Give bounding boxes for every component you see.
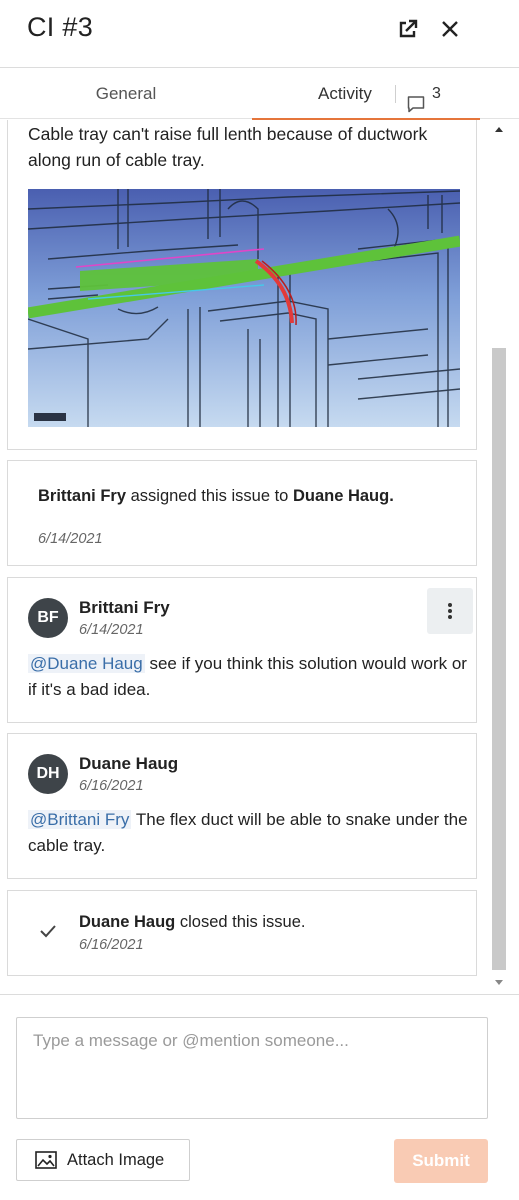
issue-description: Cable tray can't raise full lenth becaus… (28, 124, 428, 170)
tab-general[interactable]: General (0, 69, 252, 119)
mention-link[interactable]: @Duane Haug (28, 654, 145, 673)
tab-separator (395, 85, 396, 103)
comment-date: 6/16/2021 (79, 778, 144, 794)
activity-feed: Cable tray can't raise full lenth becaus… (0, 120, 486, 990)
assignment-text: Brittani Fry assigned this issue to Duan… (38, 485, 458, 508)
feed-scrollbar[interactable] (490, 120, 508, 992)
comment-count: 3 (432, 85, 441, 102)
scroll-down-arrow-icon[interactable] (495, 980, 503, 985)
more-options-button[interactable] (427, 588, 473, 634)
assignment-actor: Brittani Fry (38, 487, 127, 505)
kebab-dot (448, 615, 452, 619)
close-icon[interactable] (437, 16, 463, 42)
attach-image-label: Attach Image (67, 1151, 165, 1169)
issue-title: CI #3 (27, 12, 94, 42)
tab-activity[interactable]: Activity 3 (252, 69, 480, 120)
external-link-icon[interactable] (395, 16, 421, 42)
avatar: DH (28, 754, 68, 794)
assignment-assignee: Duane Haug. (292, 487, 394, 505)
tab-general-label: General (95, 84, 157, 103)
comment-card: DH Duane Haug 6/16/2021 @Brittani Fry Th… (7, 733, 477, 879)
closed-actor: Duane Haug (79, 913, 176, 931)
mention-link[interactable]: @Brittani Fry (28, 810, 132, 829)
scroll-up-arrow-icon[interactable] (495, 127, 503, 132)
image-icon (35, 1151, 57, 1169)
checkmark-icon (38, 923, 58, 939)
assignment-action: assigned this issue to (126, 487, 293, 505)
tab-activity-label: Activity (318, 84, 372, 103)
closed-date: 6/16/2021 (79, 937, 144, 953)
message-input[interactable] (16, 1017, 488, 1119)
composer: Attach Image Submit (0, 994, 519, 1200)
comment-icon (406, 84, 426, 113)
comment-author: Brittani Fry (79, 598, 170, 617)
kebab-dot (448, 609, 452, 613)
issue-screenshot[interactable] (28, 189, 460, 427)
comment-card: BF Brittani Fry 6/14/2021 @Duane Haug se… (7, 577, 477, 723)
scroll-thumb[interactable] (492, 348, 506, 970)
attach-image-button[interactable]: Attach Image (16, 1139, 190, 1181)
assignment-date: 6/14/2021 (38, 531, 103, 547)
issue-description-card: Cable tray can't raise full lenth becaus… (7, 120, 477, 450)
assignment-event-card: Brittani Fry assigned this issue to Duan… (7, 460, 477, 566)
comment-body: @Duane Haug see if you think this soluti… (28, 651, 468, 703)
closed-event-card: Duane Haug closed this issue. 6/16/2021 (7, 890, 477, 976)
kebab-dot (448, 603, 452, 607)
avatar: BF (28, 598, 68, 638)
closed-action: closed this issue. (175, 913, 306, 931)
comment-body: @Brittani Fry The flex duct will be able… (28, 807, 468, 859)
closed-text: Duane Haug closed this issue. (79, 913, 306, 932)
tab-bar: General Activity 3 (0, 69, 519, 120)
comment-date: 6/14/2021 (79, 622, 144, 638)
panel-header: CI #3 (0, 0, 519, 68)
submit-button[interactable]: Submit (394, 1139, 488, 1183)
comment-author: Duane Haug (79, 754, 179, 773)
